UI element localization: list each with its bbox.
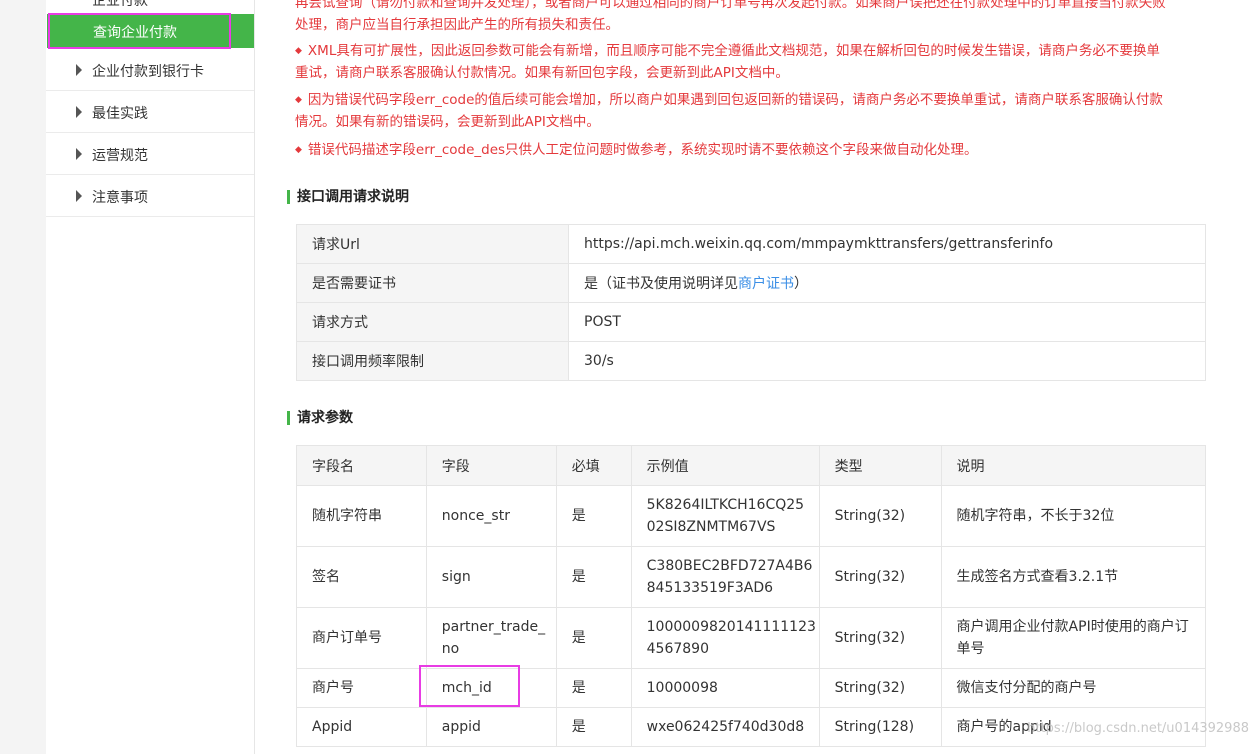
table-row: 随机字符串 nonce_str 是 5K8264ILTKCH16CQ25 02SI… xyxy=(296,485,1207,547)
section-title-params: 请求参数 xyxy=(287,411,353,425)
expand-triangle-icon xyxy=(76,190,82,202)
watermark: https://blog.csdn.net/u014392988 xyxy=(1027,721,1249,736)
sidebar-item-cut[interactable]: 企业付款 xyxy=(46,0,254,12)
sidebar-item-operation-rules[interactable]: 运营规范 xyxy=(46,133,254,175)
warning-note-0: 再尝试查询（请勿付款和查询并发处理），或者商户可以通过相同的商户订单号再次发起付… xyxy=(295,0,1166,33)
expand-triangle-icon xyxy=(76,148,82,160)
diamond-bullet-icon: ◆ xyxy=(295,95,302,105)
expand-triangle-icon xyxy=(76,64,82,76)
sidebar-item-bank-card[interactable]: 企业付款到银行卡 xyxy=(46,49,254,91)
sidebar-item-label: 企业付款 xyxy=(92,0,148,9)
sidebar-item-notes[interactable]: 注意事项 xyxy=(46,175,254,217)
sidebar-item-label: 运营规范 xyxy=(92,148,148,164)
warning-note-2: ◆ 因为错误代码字段err_code的值后续可能会增加，所以商户如果遇到回包返回新… xyxy=(295,92,1163,130)
table-row: 请求Url https://api.mch.weixin.qq.com/mmpa… xyxy=(296,224,1206,264)
sidebar-item-label: 注意事项 xyxy=(92,190,148,206)
sidebar: 企业付款 查询企业付款 企业付款到银行卡 最佳实践 运营规范 注意事项 xyxy=(46,0,255,754)
main-content: 再尝试查询（请勿付款和查询并发处理），或者商户可以通过相同的商户订单号再次发起付… xyxy=(255,0,1255,754)
table-row: 签名 sign 是 C380BEC2BFD727A4B6 845133519F3A… xyxy=(296,546,1207,608)
sidebar-item-label: 企业付款到银行卡 xyxy=(92,64,204,80)
warning-note-1: ◆ XML具有可扩展性，因此返回参数可能会有新增，而且顺序可能不完全遵循此文档规范… xyxy=(295,43,1160,81)
params-table: 字段名 字段 必填 示例值 类型 说明 随机字符串 nonce_str 是 5K… xyxy=(296,445,1207,747)
section-title-request: 接口调用请求说明 xyxy=(287,190,409,204)
warning-note-3: ◆ 错误代码描述字段err_code_des只供人工定位问题时做参考，系统实现时请… xyxy=(295,142,978,158)
table-header-row: 字段名 字段 必填 示例值 类型 说明 xyxy=(296,445,1207,486)
table-row: 请求方式 POST xyxy=(296,302,1206,342)
sidebar-item-query-payment[interactable]: 查询企业付款 xyxy=(47,14,254,48)
expand-triangle-icon xyxy=(76,106,82,118)
request-info-table: 请求Url https://api.mch.weixin.qq.com/mmpa… xyxy=(296,224,1206,381)
table-row: 商户号 mch_id 是 10000098 String(32) 微信支付分配的… xyxy=(296,668,1207,708)
table-row: 是否需要证书 是（证书及使用说明详见商户证书） xyxy=(296,263,1206,303)
sidebar-item-label: 查询企业付款 xyxy=(93,25,177,41)
sidebar-item-best-practice[interactable]: 最佳实践 xyxy=(46,91,254,133)
merchant-cert-link[interactable]: 商户证书 xyxy=(738,276,794,292)
sidebar-item-label: 最佳实践 xyxy=(92,106,148,122)
diamond-bullet-icon: ◆ xyxy=(295,145,302,155)
diamond-bullet-icon: ◆ xyxy=(295,46,302,56)
table-row: 商户订单号 partner_trade_ no 是 100000982014111… xyxy=(296,607,1207,669)
table-row: 接口调用频率限制 30/s xyxy=(296,341,1206,381)
